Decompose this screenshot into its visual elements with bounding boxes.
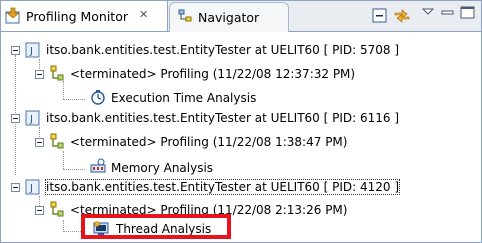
profiling-monitor-icon <box>5 7 20 24</box>
highlight-annotation <box>81 214 231 239</box>
execution-time-analysis-icon <box>91 90 105 105</box>
collapse-toggle-icon[interactable] <box>35 138 44 147</box>
tree-node-label: itso.bank.entities.test.EntityTester at … <box>44 179 401 195</box>
tab-navigator[interactable]: Navigator <box>169 2 289 32</box>
collapse-toggle-icon[interactable] <box>11 114 20 123</box>
tree-node-label: Memory Analysis <box>111 161 214 175</box>
profiling-session-icon <box>50 133 64 149</box>
tree-node-label: itso.bank.entities.test.EntityTester at … <box>46 111 400 125</box>
memory-analysis-icon <box>90 158 106 173</box>
collapse-toggle-icon[interactable] <box>35 206 44 215</box>
tree-node-label: <terminated> Profiling (11/22/08 12:37:3… <box>70 67 356 81</box>
tab-navigator-label: Navigator <box>198 10 260 25</box>
minimize-icon[interactable] <box>439 4 457 22</box>
collapse-toggle-icon[interactable] <box>35 70 44 79</box>
svg-text:J: J <box>29 183 33 194</box>
navigator-icon <box>178 9 192 22</box>
view-tab-bar: Profiling Monitor ✕ Navigator <box>1 1 481 32</box>
java-process-icon: J <box>25 110 40 126</box>
close-icon[interactable]: ✕ <box>139 8 148 21</box>
java-process-icon: J <box>25 42 40 58</box>
svg-text:J: J <box>29 46 33 57</box>
profiling-session-icon <box>50 65 64 81</box>
maximize-icon[interactable] <box>459 4 477 22</box>
tab-profiling-monitor[interactable]: Profiling Monitor ✕ <box>1 1 168 31</box>
tab-profiling-monitor-label: Profiling Monitor <box>26 9 128 24</box>
collapse-toggle-icon[interactable] <box>11 183 20 192</box>
profiling-monitor-view: Profiling Monitor ✕ Navigator J itso.ban… <box>0 0 482 243</box>
svg-text:J: J <box>29 114 33 125</box>
profiling-session-icon <box>50 201 64 217</box>
tree-node-label: itso.bank.entities.test.EntityTester at … <box>46 43 400 57</box>
view-menu-icon[interactable] <box>419 4 437 22</box>
collapse-all-icon[interactable] <box>371 7 389 25</box>
collapse-toggle-icon[interactable] <box>11 46 20 55</box>
tree-node-label: <terminated> Profiling (11/22/08 1:38:47… <box>70 135 348 149</box>
link-with-editor-icon[interactable] <box>393 7 411 25</box>
java-process-icon: J <box>25 179 40 195</box>
tree-node-label: Execution Time Analysis <box>111 91 257 105</box>
